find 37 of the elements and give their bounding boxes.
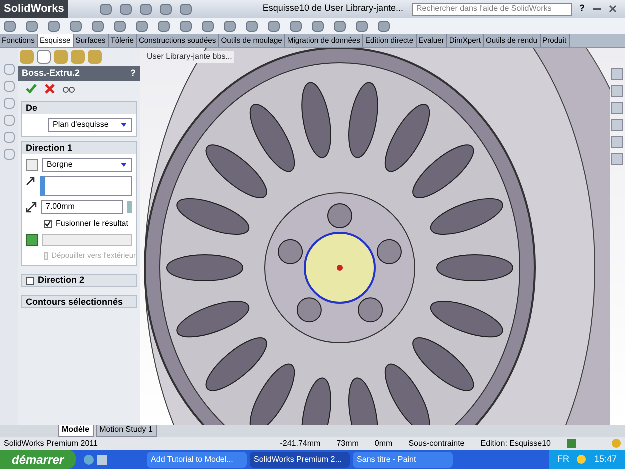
start-button[interactable]: démarrer bbox=[0, 450, 76, 469]
section-header[interactable]: Direction 1 bbox=[22, 142, 136, 154]
glasses-icon[interactable] bbox=[63, 84, 75, 94]
help-search-field[interactable]: Rechercher dans l'aide de SolidWorks bbox=[412, 2, 572, 16]
checkbox-label: Fusionner le résultat bbox=[56, 218, 128, 230]
x-coordinate: -241.74mm bbox=[280, 438, 321, 450]
checkbox[interactable] bbox=[44, 220, 52, 228]
depth-field[interactable]: 7.00mm bbox=[41, 200, 123, 214]
from-dropdown[interactable]: Plan d'esquisse bbox=[48, 118, 132, 132]
draft-angle-field[interactable] bbox=[42, 234, 132, 246]
direction-selection-box[interactable] bbox=[40, 176, 132, 196]
clock: 15:47 bbox=[594, 452, 617, 466]
taskbar-item[interactable]: SolidWorks Premium 2... bbox=[250, 452, 350, 468]
taskbar-item[interactable]: Add Tutorial to Model... bbox=[147, 452, 248, 468]
caret-icon[interactable] bbox=[121, 163, 127, 167]
panel-title: Boss.-Extru.2 bbox=[22, 66, 80, 80]
checkbox[interactable] bbox=[26, 276, 34, 285]
section-header[interactable]: De bbox=[22, 102, 136, 114]
edit-status: Edition: Esquisse10 bbox=[480, 438, 551, 450]
help-button[interactable]: ? bbox=[580, 2, 585, 16]
depth-icon bbox=[26, 202, 37, 212]
z-coordinate: 0mm bbox=[374, 438, 393, 450]
ok-icon[interactable] bbox=[26, 84, 37, 94]
sketch-status: Sous-contrainte bbox=[408, 438, 465, 450]
end-condition-dropdown[interactable]: Borgne bbox=[42, 158, 132, 172]
section-header[interactable]: Contours sélectionnés bbox=[21, 295, 137, 308]
app-logo[interactable]: SolidWorks bbox=[0, 0, 68, 18]
taskbar-item[interactable]: Sans titre - Paint bbox=[353, 452, 454, 468]
breadcrumb[interactable]: User Library-jante bbs... bbox=[145, 51, 234, 63]
close-icon[interactable] bbox=[609, 5, 617, 13]
cancel-icon[interactable] bbox=[45, 84, 55, 94]
y-coordinate: 73mm bbox=[336, 438, 359, 450]
help-button[interactable]: ? bbox=[130, 66, 136, 80]
caret-icon[interactable] bbox=[121, 123, 127, 127]
status-text: SolidWorks Premium 2011 bbox=[4, 438, 99, 450]
pointer-icon bbox=[26, 176, 36, 186]
window-title: Esquisse10 de User Library-jante... bbox=[262, 2, 404, 16]
